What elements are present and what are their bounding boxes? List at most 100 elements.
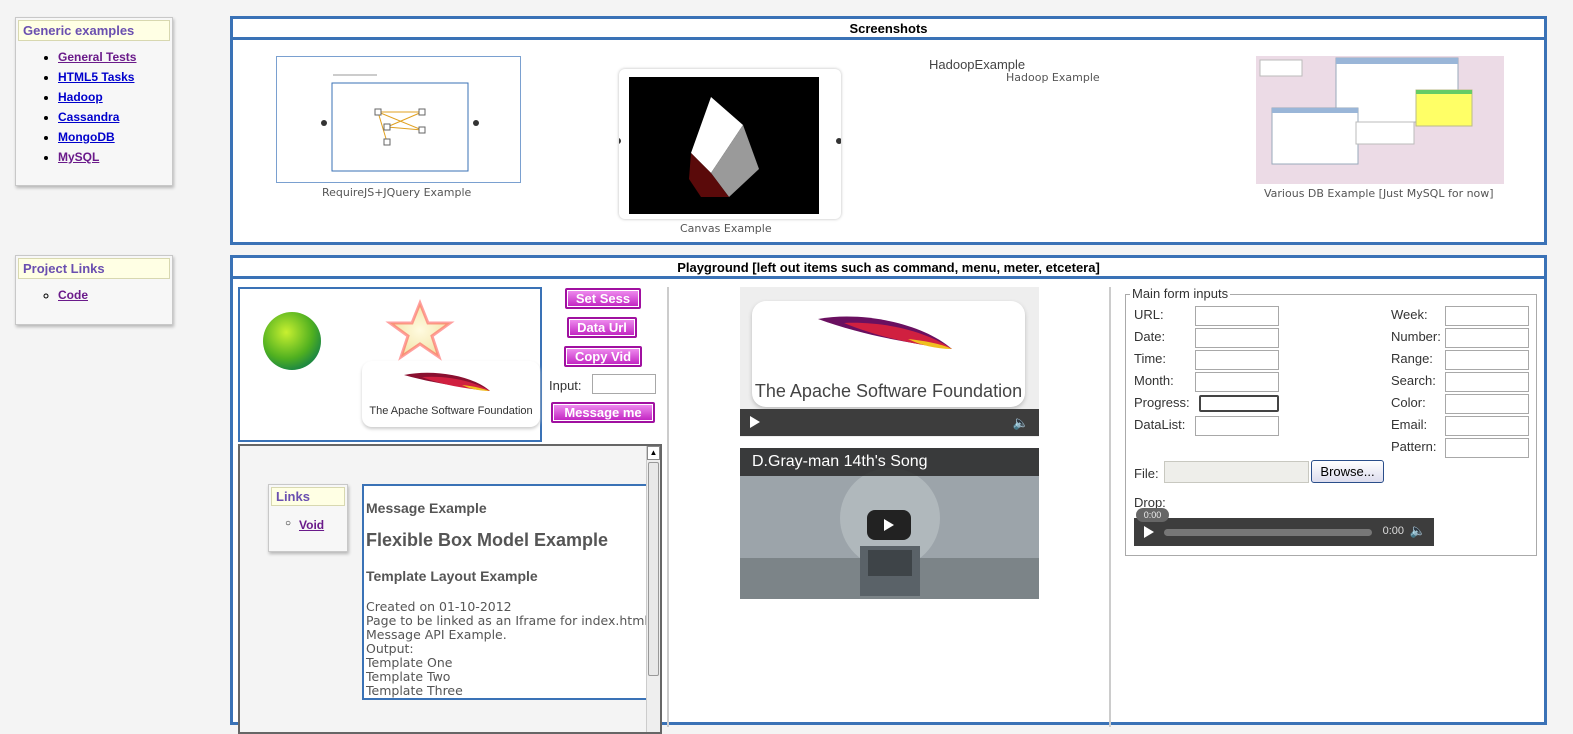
project-links-list: Code [16, 285, 172, 305]
youtube-play-button[interactable] [867, 510, 911, 540]
main-form-fieldset: Main form inputs URL: Date: Time: Month:… [1125, 286, 1537, 556]
generic-examples-box: Generic examples General Tests HTML5 Tas… [15, 17, 173, 186]
file-path-field[interactable] [1164, 461, 1309, 483]
playground-title: Playground [left out items such as comma… [233, 258, 1544, 279]
file-label: File: [1134, 466, 1159, 481]
link-general-tests[interactable]: General Tests [58, 50, 136, 64]
list-item: MySQL [58, 147, 172, 167]
column-divider [1109, 287, 1111, 727]
screenshots-panel: Screenshots RequireJS+JQuery Example Can… [230, 16, 1547, 245]
apache-video-controls: 🔈 [740, 409, 1039, 436]
various-db-thumbnail[interactable] [1256, 56, 1504, 184]
audio-player[interactable]: 0:00 🔈 [1134, 518, 1434, 546]
volume-icon[interactable]: 🔈 [1410, 523, 1426, 539]
content-line: Output: [366, 641, 414, 656]
generic-examples-list: General Tests HTML5 Tasks Hadoop Cassand… [16, 47, 172, 167]
link-cassandra[interactable]: Cassandra [58, 110, 119, 124]
list-item: HTML5 Tasks [58, 67, 172, 87]
audio-seek-bar[interactable] [1164, 529, 1372, 536]
link-mysql[interactable]: MySQL [58, 150, 99, 164]
template-heading: Template Layout Example [366, 568, 538, 584]
range-label: Range: [1391, 351, 1433, 366]
email-input[interactable] [1445, 416, 1529, 436]
date-label: Date: [1134, 329, 1166, 344]
content-line: Page to be linked as an Iframe for index… [366, 613, 648, 628]
iframe-links-title: Links [271, 487, 345, 506]
canvas-cube-image [615, 77, 842, 214]
month-input[interactable] [1195, 372, 1279, 392]
various-db-image [1259, 57, 1473, 165]
content-line: Template One [366, 655, 453, 670]
list-item: Code [58, 285, 172, 305]
message-me-button[interactable]: Message me [551, 402, 655, 423]
progress-bar [1199, 395, 1279, 412]
content-line: Created on 01-10-2012 [366, 599, 512, 614]
requirejs-caption: RequireJS+JQuery Example [322, 186, 472, 199]
range-input[interactable] [1445, 350, 1529, 370]
canvas-thumbnail[interactable] [615, 69, 842, 219]
video-title[interactable]: D.Gray-man 14th's Song [740, 448, 1039, 476]
link-hadoop[interactable]: Hadoop [58, 90, 103, 104]
link-void[interactable]: Void [299, 518, 324, 532]
various-db-caption: Various DB Example [Just MySQL for now] [1264, 187, 1494, 200]
link-html5-tasks[interactable]: HTML5 Tasks [58, 70, 134, 84]
data-url-button[interactable]: Data Url [567, 317, 637, 338]
apache-text-large: The Apache Software Foundation [754, 381, 1023, 401]
iframe-scrollbar[interactable]: ▲ [646, 446, 660, 732]
content-line: Template Two [366, 669, 451, 684]
list-item: Cassandra [58, 107, 172, 127]
project-links-title: Project Links [18, 258, 170, 279]
list-item: General Tests [58, 47, 172, 67]
copy-vid-button[interactable]: Copy Vid [564, 346, 642, 367]
audio-time: 0:00 [1382, 525, 1404, 537]
apache-video[interactable]: The Apache Software Foundation 🔈 [740, 287, 1039, 437]
play-icon[interactable] [750, 416, 760, 428]
play-icon [884, 519, 894, 531]
hadoop-image-alt[interactable]: HadoopExample [929, 57, 1025, 72]
iframe-links-box: Links ○ Void [268, 484, 348, 552]
play-icon[interactable] [1144, 526, 1154, 538]
requirejs-thumbnail[interactable] [276, 56, 521, 183]
input-label: Input: [549, 378, 582, 393]
browse-button[interactable]: Browse... [1311, 460, 1384, 483]
message-example-heading: Message Example [366, 500, 487, 516]
requirejs-graph-image [321, 74, 479, 172]
scroll-thumb[interactable] [648, 462, 659, 676]
week-label: Week: [1391, 307, 1428, 322]
list-item: Hadoop [58, 87, 172, 107]
month-label: Month: [1134, 373, 1174, 388]
pattern-input[interactable] [1445, 438, 1529, 458]
search-input[interactable] [1445, 372, 1529, 392]
volume-icon[interactable]: 🔈 [1013, 415, 1029, 431]
content-lines: Created on 01-10-2012 Page to be linked … [366, 600, 648, 698]
playground-panel: Playground [left out items such as comma… [230, 255, 1547, 734]
datalist-label: DataList: [1134, 417, 1186, 432]
audio-time-tooltip: 0:00 [1136, 508, 1169, 522]
datalist-input[interactable] [1195, 416, 1279, 436]
message-input[interactable] [592, 374, 656, 394]
color-input[interactable] [1445, 394, 1529, 414]
time-input[interactable] [1195, 350, 1279, 370]
email-label: Email: [1391, 417, 1428, 432]
week-input[interactable] [1445, 306, 1529, 326]
url-input[interactable] [1195, 306, 1279, 326]
circle-bullet-icon: ○ [285, 518, 292, 529]
color-label: Color: [1391, 395, 1426, 410]
content-line: Message API Example. [366, 627, 507, 642]
column-divider [667, 287, 669, 727]
url-label: URL: [1134, 307, 1164, 322]
time-label: Time: [1134, 351, 1167, 366]
feather-icon [404, 372, 490, 391]
dgrayman-video[interactable]: D.Gray-man 14th's Song [740, 448, 1039, 599]
set-sess-button[interactable]: Set Sess [565, 288, 641, 309]
project-links-box: Project Links Code [15, 255, 173, 325]
link-mongodb[interactable]: MongoDB [58, 130, 115, 144]
apache-logo-small: The Apache Software Foundation [362, 361, 540, 427]
feather-icon [818, 316, 952, 349]
pattern-label: Pattern: [1391, 439, 1437, 454]
scroll-up-icon[interactable]: ▲ [647, 446, 660, 460]
number-input[interactable] [1445, 328, 1529, 348]
screenshots-title: Screenshots [233, 19, 1544, 40]
link-code[interactable]: Code [58, 288, 88, 302]
date-input[interactable] [1195, 328, 1279, 348]
